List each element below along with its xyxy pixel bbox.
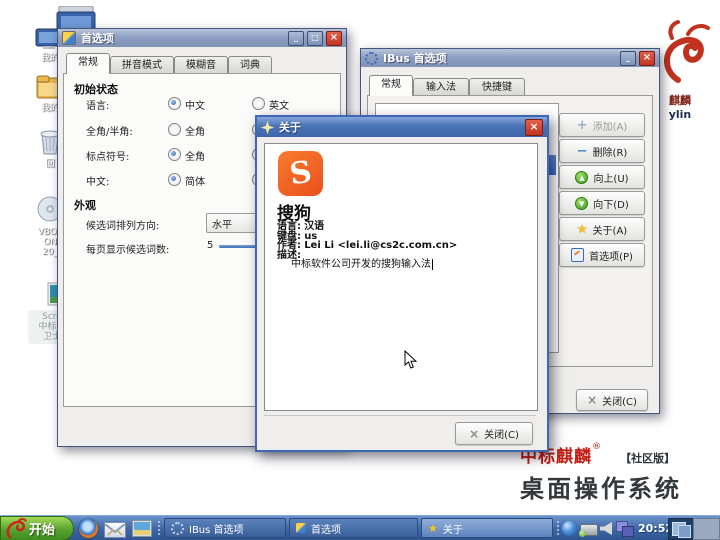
radio-fullwidth[interactable]	[168, 123, 181, 136]
radio-punct-full[interactable]	[168, 148, 181, 161]
separator	[556, 520, 560, 537]
close-x-icon: ×	[469, 427, 479, 441]
desktop: 我的 我的 回 VBOX ON 20_ Scre 中标麒 卫士 麒麟 ylin …	[0, 0, 720, 540]
up-arrow-icon: ▲	[575, 171, 588, 184]
titlebar[interactable]: IBus 首选项 _ ×	[361, 49, 659, 67]
volume-icon[interactable]	[600, 522, 612, 535]
plus-icon: +	[577, 119, 588, 132]
separator	[157, 520, 161, 537]
taskbar: 开始 IBus 首选项 首选项 ★ 关于	[0, 515, 720, 540]
close-icon[interactable]: ×	[639, 51, 655, 66]
sogou-logo: S	[278, 151, 323, 196]
workspace-2[interactable]	[693, 518, 720, 540]
file-manager-icon[interactable]	[132, 520, 152, 537]
move-up-button[interactable]: ▲向上(U)	[559, 165, 645, 189]
sogou-window-icon	[62, 31, 76, 45]
row-width-label: 全角/半角:	[86, 123, 133, 138]
radio-fullwidth-label[interactable]: 全角	[185, 123, 205, 138]
gear-icon	[171, 522, 184, 535]
taskbar-item-ibus-preferences[interactable]: IBus 首选项	[164, 518, 286, 538]
titlebar[interactable]: 首选项 _ □ ×	[58, 29, 346, 47]
move-down-button[interactable]: ▼向下(D)	[559, 191, 645, 215]
radio-punct-full-label[interactable]: 全角	[185, 148, 205, 163]
close-dialog-button[interactable]: ×关闭(C)	[455, 422, 533, 445]
radio-chinese-label[interactable]: 中文	[185, 97, 205, 112]
pagesize-label: 每页显示候选词数:	[86, 241, 169, 256]
close-icon[interactable]: ×	[525, 119, 543, 136]
tab-dictionary[interactable]: 词典	[228, 56, 272, 74]
radio-english-label[interactable]: 英文	[269, 97, 289, 112]
star-icon: ★	[577, 222, 588, 236]
sparkle-icon	[261, 121, 274, 134]
about-fields: 语言: 汉语 键盘: us 作者: Lei Li <lei.li@cs2c.co…	[277, 222, 457, 270]
orientation-value: 水平	[212, 216, 232, 231]
tab-general[interactable]: 常规	[66, 53, 110, 74]
titlebar[interactable]: 关于 ×	[257, 117, 547, 137]
preferences-doc-icon	[571, 248, 584, 262]
text-caret	[432, 259, 433, 270]
row-language-label: 语言:	[86, 97, 109, 112]
start-label: 开始	[29, 519, 55, 538]
add-button[interactable]: +添加(A)	[559, 113, 645, 137]
about-content: S 搜狗 语言: 汉语 键盘: us 作者: Lei Li <lei.li@cs…	[264, 143, 538, 411]
maximize-button[interactable]: □	[307, 31, 323, 46]
down-arrow-icon: ▼	[575, 197, 588, 210]
tab-input-method[interactable]: 输入法	[413, 78, 469, 96]
row-hanzi-label: 中文:	[86, 173, 109, 188]
brand-reg: ®	[592, 442, 601, 452]
window-title: 首选项	[81, 30, 114, 46]
input-method-tray-icon[interactable]	[562, 521, 577, 536]
brand-subtitle: 桌面操作系统	[520, 469, 682, 504]
about-button[interactable]: ★关于(A)	[559, 217, 645, 241]
close-icon[interactable]: ×	[326, 31, 342, 46]
about-dialog: 关于 × S 搜狗 语言: 汉语 键盘: us 作者: Lei Li <lei.…	[255, 115, 549, 452]
sogou-window-icon	[296, 523, 306, 533]
radio-simplified[interactable]	[168, 173, 181, 186]
window-title: IBus 首选项	[383, 50, 447, 66]
preferences-button[interactable]: 首选项(P)	[559, 243, 645, 267]
window-title: 关于	[279, 119, 301, 135]
green-dot	[579, 530, 586, 537]
taskbar-item-about[interactable]: ★ 关于	[421, 518, 553, 538]
radio-english[interactable]	[252, 97, 265, 110]
orientation-label: 候选词排列方向:	[86, 217, 159, 232]
taskbar-item-preferences[interactable]: 首选项	[289, 518, 418, 538]
section-appearance: 外观	[74, 197, 96, 213]
firefox-icon[interactable]	[79, 519, 98, 538]
description-text: 中标软件公司开发的搜狗输入法	[291, 259, 431, 270]
brand-edition: 【社区版】	[620, 452, 675, 465]
device-tray-icon[interactable]	[580, 524, 598, 536]
row-punct-label: 标点符号:	[86, 148, 129, 163]
mail-icon[interactable]	[104, 522, 126, 538]
minimize-button[interactable]: _	[288, 31, 304, 46]
gear-icon	[365, 52, 378, 65]
start-button[interactable]: 开始	[0, 516, 74, 540]
minus-icon: −	[577, 145, 588, 158]
close-window-button[interactable]: ×关闭(C)	[576, 389, 648, 411]
radio-simplified-label[interactable]: 简体	[185, 173, 205, 188]
tab-general[interactable]: 常规	[369, 75, 413, 96]
workspace-1[interactable]	[668, 518, 695, 540]
remove-button[interactable]: −删除(R)	[559, 139, 645, 163]
radio-chinese[interactable]	[168, 97, 181, 110]
minimize-button[interactable]: _	[620, 51, 636, 66]
pagesize-value: 5	[207, 240, 213, 251]
tab-pinyin-mode[interactable]: 拼音模式	[110, 56, 174, 74]
tab-fuzzy[interactable]: 模糊音	[174, 56, 228, 74]
mouse-cursor	[404, 350, 418, 370]
star-icon: ★	[428, 522, 438, 535]
divider	[264, 415, 536, 416]
kylin-icon	[3, 517, 29, 540]
close-x-icon: ×	[587, 393, 597, 407]
section-initial-state: 初始状态	[74, 81, 118, 97]
tab-shortcuts[interactable]: 快捷键	[469, 78, 525, 96]
